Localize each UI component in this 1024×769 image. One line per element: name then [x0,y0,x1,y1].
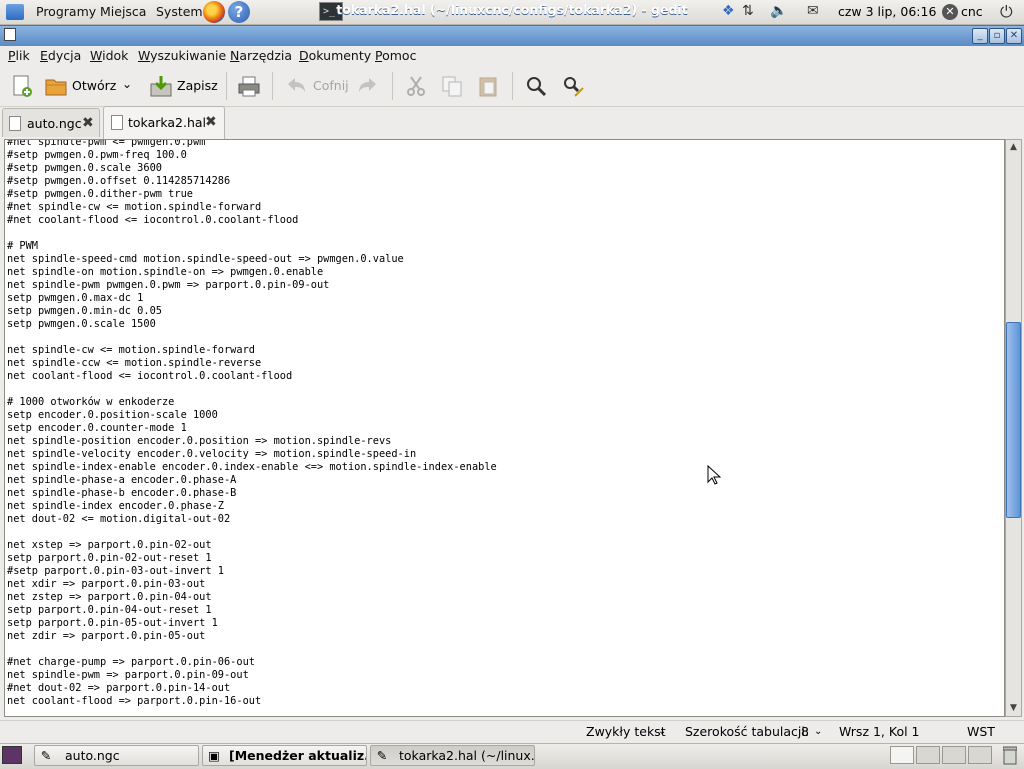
search-replace-icon [564,77,584,97]
chevron-down-icon[interactable]: ⌄ [122,77,132,91]
tab-width-value[interactable]: 8 [801,724,809,739]
menu-search[interactable]: Wyszukiwanie [138,48,226,63]
menu-file[interactable]: Plik [8,48,30,63]
search-icon [527,77,547,97]
workspace-2[interactable] [916,746,940,764]
redo-icon [359,78,376,92]
menu-tools[interactable]: Narzędzia [230,48,292,63]
redo-button[interactable] [356,74,380,98]
insert-mode: WST [967,724,995,739]
document-icon [111,115,123,130]
menu-edit[interactable]: Edycja [40,48,81,63]
minimize-icon[interactable]: _ [972,28,988,44]
save-label[interactable]: Zapisz [177,78,218,93]
cut-button[interactable] [404,74,428,98]
taskbar-label: [Menedżer aktualiz... [229,748,367,763]
scroll-up-icon[interactable]: ▲ [1006,140,1021,155]
toolbar-separator [392,72,393,100]
scroll-down-icon[interactable]: ▼ [1006,701,1021,716]
close-tab-icon[interactable]: ✖ [82,115,94,131]
taskbar-button-auto-ngc[interactable]: ✎ auto.ngc [34,745,199,766]
undo-icon [288,78,305,92]
open-button[interactable] [44,74,68,98]
scrollbar-thumb[interactable] [1006,322,1021,518]
workspace-4[interactable] [968,746,992,764]
taskbar-button-update-manager[interactable]: ▣ [Menedżer aktualiz... [202,745,367,766]
tab-tokarka2-hal[interactable]: tokarka2.hal ✖ [103,106,225,139]
show-desktop-icon[interactable] [2,746,22,764]
document-icon [9,116,21,131]
close-tab-icon[interactable]: ✖ [205,114,217,130]
copy-button[interactable] [440,74,464,98]
window-title: tokarka2.hal (~/linuxcnc/configs/tokarka… [336,2,688,17]
undo-label[interactable]: Cofnij [313,78,349,93]
save-icon [150,76,172,97]
find-replace-button[interactable] [561,74,585,98]
paste-icon [479,77,497,97]
tab-auto-ngc[interactable]: auto.ngc ✖ [2,108,100,137]
gedit-task-icon: ✎ [376,748,388,763]
toolbar-separator [512,72,513,100]
find-button[interactable] [524,74,548,98]
copy-icon [442,76,462,97]
menu-documents[interactable]: Dokumenty [299,48,371,63]
print-button[interactable] [237,74,261,98]
new-document-icon [13,75,32,97]
workspace-1[interactable] [890,746,914,764]
window-title-bar[interactable] [0,25,1024,47]
gedit-task-icon: ✎ [40,748,52,763]
tab-width-label[interactable]: Szerokość tabulacji: [685,724,809,739]
menu-help[interactable]: Pomoc [375,48,416,63]
save-button[interactable] [149,74,173,98]
text-editor[interactable]: #net spindle-pwm <= pwmgen.0.pwm #setp p… [4,139,1005,717]
taskbar-label: tokarka2.hal (~/linux... [399,748,535,763]
scissors-icon [407,76,425,96]
printer-icon [238,76,260,97]
highlight-mode-select[interactable]: Zwykły tekst [586,724,666,739]
toolbar-separator [226,72,227,100]
chevron-down-icon[interactable]: ⌄ [814,726,822,737]
update-manager-task-icon: ▣ [208,748,220,763]
tab-label: auto.ngc [27,116,82,131]
editor-text[interactable]: #net spindle-pwm <= pwmgen.0.pwm #setp p… [7,140,497,708]
gedit-window-icon[interactable] [4,28,16,41]
mouse-pointer [707,464,722,485]
toolbar-separator [272,72,273,100]
trash-icon[interactable] [1002,745,1018,765]
folder-open-icon [45,79,67,96]
paste-button[interactable] [476,74,500,98]
workspace-3[interactable] [942,746,966,764]
maximize-icon[interactable]: ▫ [989,28,1005,44]
close-window-icon[interactable]: ✕ [1006,28,1022,44]
chevron-down-icon[interactable]: ⌄ [658,726,666,737]
new-document-button[interactable] [10,74,34,98]
undo-button[interactable] [284,74,308,98]
tab-label: tokarka2.hal [128,115,207,130]
taskbar-label: auto.ngc [65,748,120,763]
menu-view[interactable]: Widok [90,48,128,63]
taskbar-button-tokarka2[interactable]: ✎ tokarka2.hal (~/linux... [370,745,535,766]
open-label[interactable]: Otwórz [72,78,116,93]
cursor-position: Wrsz 1, Kol 1 [839,724,920,739]
